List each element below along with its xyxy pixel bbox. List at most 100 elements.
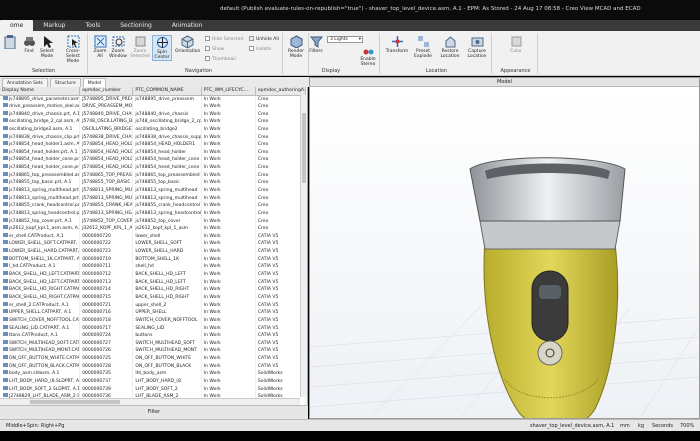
table-row[interactable]: js748855_crank_headcontrol.prt, A.1J5748… — [0, 201, 307, 210]
table-cell: CATIA V5 — [255, 286, 307, 294]
table-row[interactable]: body_asm.sldasm, A.1 0000000735 lht_body_a… — [0, 370, 307, 378]
table-row[interactable]: js748855_top_basic.prt, A.1 J5748855_TOP_… — [0, 179, 307, 187]
table-row[interactable]: LOWER_SHELL_HARD.CATPART, A.10000000723L… — [0, 247, 307, 256]
tab-sectioning[interactable]: Sectioning — [110, 20, 162, 31]
table-row[interactable]: ON_OFF_BUTTON_BLACK.CATPART, A.100000007… — [0, 362, 307, 371]
show-button[interactable]: Show — [205, 46, 224, 52]
unhide-all-button[interactable]: Unhide All — [249, 36, 279, 42]
row-label: js748854_head_holder_cone.prt, A.1 — [9, 157, 80, 163]
tab-tools[interactable]: Tools — [75, 20, 110, 31]
tree-vertical-scrollbar[interactable] — [300, 95, 307, 397]
filter-bar[interactable]: Filter — [0, 405, 308, 419]
filters-button[interactable]: Filters — [307, 35, 325, 54]
table-cell: 0000000720 — [79, 232, 134, 241]
table-cell: CATIA V5 — [255, 347, 307, 355]
tab-structure[interactable]: Structure — [49, 78, 81, 87]
column-header[interactable]: PTC_COMMON_NAME — [132, 87, 202, 96]
preset-explode-button[interactable]: Preset Explode — [411, 35, 435, 59]
table-row[interactable]: js748840_drive_chassis.prt, A.1 J5748840_… — [0, 110, 307, 118]
table-row[interactable]: LHT_BODY_SOFT_2.SLDPRT, A.1 0000000739 LHT… — [0, 385, 307, 393]
tab-home[interactable]: ome — [0, 20, 34, 31]
enable-stereo-button[interactable]: Enable Stereo — [357, 47, 379, 67]
table-row[interactable]: SWITCH_COVER_NOFFTOOL.CATPART, A.1000000… — [0, 316, 307, 325]
zoom-all-button[interactable]: Zoom All — [91, 35, 109, 59]
table-row[interactable]: oscillating_bridge2.asm, A.1 OSCILLATING_… — [0, 125, 307, 134]
table-row[interactable]: l_hd.CATProduct, A.1 0000000711 shell_hd In… — [0, 263, 307, 271]
table-row[interactable]: SWITCH_MULTIHEAD_MONT.CATPART, A.1000000… — [0, 347, 307, 355]
column-header[interactable]: epmdoc_number — [79, 87, 134, 96]
table-cell: js748813_spring_multihead.prt, A.1 — [0, 186, 81, 195]
table-row[interactable]: SEALING_LID.CATPART, A.1 0000000717 SEALIN… — [0, 324, 307, 332]
zoom-window-button[interactable]: Zoom Window — [109, 35, 127, 59]
table-row[interactable]: js748838_drive_chassis_clip.prt, A.1J574… — [0, 133, 307, 141]
table-row[interactable]: js748813_spring_multihead.prt, A.1J57488… — [0, 186, 307, 195]
time-select[interactable]: Seconds — [652, 423, 673, 429]
table-row[interactable]: js748865_top_preassembled.asm, A.1J57488… — [0, 171, 307, 180]
table-row[interactable]: js748813_spring_headcontrol.prt, A.1J574… — [0, 209, 307, 218]
tab-animation[interactable]: Animation — [162, 20, 213, 31]
table-row[interactable]: oscillating_bridge_2_cpl.asm, A.1 J5748_O… — [0, 117, 307, 126]
table-row[interactable]: ttons.CATProduct, A.1 0000000724 buttons In… — [0, 331, 307, 340]
table-row[interactable]: BOTTOM_SHELL_1K.CATPART, A.1 0000000719 BO… — [0, 255, 307, 264]
lights-select[interactable]: 3 Lights ▾ — [327, 36, 363, 43]
table-row[interactable]: BACK_SHELL_HD_RIGHT.CATPART, A0000000715… — [0, 293, 307, 302]
table-row[interactable]: js748854_head_holder_cone.prt, A.1J57488… — [0, 156, 307, 164]
spin-center-button[interactable]: Spin Center — [152, 35, 172, 61]
table-cell: CATIA V5 — [255, 324, 307, 332]
location-group-label: Location — [425, 68, 448, 74]
table-row[interactable]: js748852_top_cover.prt, A.1 J5748852_TOP_… — [0, 217, 307, 225]
table-row[interactable]: LOWER_SHELL_SOFT.CATPART, A.1 0000000722 L… — [0, 240, 307, 248]
isolate-button[interactable]: Isolate — [249, 46, 271, 52]
model-canvas[interactable] — [310, 87, 699, 418]
find-button[interactable]: Find — [20, 35, 38, 54]
render-mode-button[interactable]: Render Mode — [285, 35, 307, 59]
table-row[interactable]: BACK_SHELL_HD_RIGHT.CATPART, A0000000714… — [0, 286, 307, 294]
table-row[interactable]: LHT_BODY_HARD_(8.SLDPRT, A.1 0000000737 LH… — [0, 377, 307, 386]
table-row[interactable]: js748854_head_holder_cone.prt, A.1J57488… — [0, 163, 307, 172]
table-cell: 0000000714 — [79, 286, 134, 294]
transform-button[interactable]: Transform — [385, 35, 409, 54]
mass-select[interactable]: kg — [638, 423, 644, 429]
hide-selected-button[interactable]: Hide Selected — [205, 36, 243, 42]
tab-annotation-sets[interactable]: Annotation Sets — [2, 78, 48, 87]
tab-markup[interactable]: Markup — [33, 20, 75, 31]
table-cell: In Work — [201, 117, 256, 126]
tree-horizontal-scrollbar[interactable] — [0, 398, 300, 405]
table-row[interactable]: js2612_kopf_kpl.1_asm.asm, A.1 J32612_KOP… — [0, 224, 307, 233]
table-cell: CATIA V5 — [255, 240, 307, 248]
scroll-thumb[interactable] — [302, 113, 306, 183]
table-row[interactable]: js748895_drive_parameter.asm, A.1J574889… — [0, 95, 307, 103]
table-row[interactable]: er_shell_2.CATProduct, A.1 0000000721 uppe… — [0, 301, 307, 309]
units-select[interactable]: mm — [620, 423, 630, 429]
column-header[interactable]: Display Name — [0, 87, 81, 96]
cross-select-mode-button[interactable]: Cross-Select Mode — [60, 35, 86, 64]
thumbnail-button[interactable]: Thumbnail — [205, 56, 236, 62]
hide-icon — [205, 36, 210, 41]
table-row[interactable]: js748813_spring_multihead.prt, A.1J57488… — [0, 194, 307, 202]
select-mode-button[interactable]: Select Mode — [38, 35, 56, 59]
scroll-thumb[interactable] — [30, 400, 120, 404]
table-cell: CATIA V5 — [255, 278, 307, 287]
table-cell: Creo — [255, 201, 307, 210]
table-row[interactable]: BACK_SHELL_HD_LEFT.CATPART, A 0000000713 B… — [0, 278, 307, 287]
capture-location-button[interactable]: Capture Location — [465, 35, 489, 59]
tab-model[interactable]: Model — [82, 78, 107, 87]
table-row[interactable]: js748854_head_holder.prt, A.1 J5748854_HE… — [0, 148, 307, 157]
color-button[interactable]: Color — [506, 35, 526, 54]
model-viewport[interactable]: Model — [309, 77, 700, 419]
orientation-button[interactable]: Orientation — [175, 35, 200, 54]
table-row[interactable]: drive_preassem_motion_skel.asm, A.1DRIVE… — [0, 102, 307, 111]
table-row[interactable]: SWITCH_MULTIHEAD_SOFT.CATPART, A.1000000… — [0, 339, 307, 348]
table-row[interactable]: BACK_SHELL_HD_LEFT.CATPART, A.1000000071… — [0, 270, 307, 279]
clipboard-button[interactable] — [1, 35, 19, 50]
table-row[interactable]: er_shell.CATProduct, A.1 0000000720 lower_… — [0, 232, 307, 241]
table-cell: CATIA V5 — [255, 293, 307, 302]
restore-location-button[interactable]: Restore Location — [438, 35, 462, 59]
table-row[interactable]: UPPER_SHELL.CATPART, A.1 0000000716 UPPER_… — [0, 308, 307, 317]
zoom-selected-button[interactable]: Zoom Selected — [129, 35, 151, 59]
table-row[interactable]: ON_OFF_BUTTON_WHITE.CATPART, A.100000007… — [0, 354, 307, 363]
column-header[interactable]: PTC_WM_LIFECYC... — [201, 87, 256, 96]
part-icon — [3, 194, 8, 199]
column-header[interactable]: epmdoc_authoringA... — [255, 87, 307, 96]
table-row[interactable]: js748854_head_holder1.asm, A.1 J5748854_H… — [0, 140, 307, 149]
